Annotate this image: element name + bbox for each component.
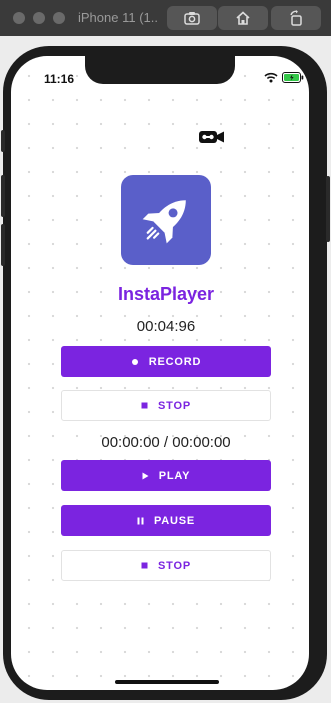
- minimize-window-button[interactable]: [33, 12, 45, 24]
- stop-playback-button[interactable]: STOP: [61, 550, 271, 581]
- play-button-label: PLAY: [158, 469, 191, 482]
- playback-timer: 00:00:00 / 00:00:00: [101, 434, 231, 451]
- home-icon: [236, 11, 250, 25]
- pause-icon: [137, 517, 144, 525]
- window-title: iPhone 11 (1...: [78, 10, 158, 25]
- battery-icon: [282, 72, 304, 83]
- record-button[interactable]: RECORD: [61, 346, 271, 377]
- record-timer: 00:04:96: [136, 318, 196, 335]
- stop-square-icon: [141, 562, 148, 569]
- video-camera-icon[interactable]: [199, 130, 225, 144]
- record-button-label: RECORD: [148, 355, 202, 368]
- phone-screen: 11:16 InstaPlayer 00:04:96 RECORD STOP 0…: [11, 56, 309, 690]
- stop-playback-label: STOP: [158, 559, 191, 572]
- screenshot-icon: [184, 12, 200, 25]
- volume-down-button[interactable]: [1, 224, 5, 266]
- record-dot-icon: [131, 358, 139, 366]
- mute-switch[interactable]: [1, 130, 5, 152]
- pause-button-label: PAUSE: [153, 514, 196, 527]
- volume-up-button[interactable]: [1, 175, 5, 217]
- app-logo: [121, 175, 211, 265]
- home-button[interactable]: [218, 6, 268, 30]
- stop-recording-label: STOP: [158, 399, 191, 412]
- rotate-icon: [290, 10, 302, 26]
- power-button[interactable]: [326, 176, 330, 242]
- app-title: InstaPlayer: [117, 284, 215, 304]
- play-button[interactable]: PLAY: [61, 460, 271, 491]
- zoom-window-button[interactable]: [53, 12, 65, 24]
- status-time: 11:16: [44, 72, 75, 86]
- notch: [85, 56, 235, 84]
- close-window-button[interactable]: [13, 12, 25, 24]
- simulator-titlebar: iPhone 11 (1...: [0, 0, 331, 36]
- status-icons: [264, 72, 304, 83]
- stop-recording-button[interactable]: STOP: [61, 390, 271, 421]
- stop-square-icon: [141, 402, 148, 409]
- rotate-button[interactable]: [271, 6, 321, 30]
- wifi-icon: [264, 72, 278, 83]
- home-indicator[interactable]: [115, 680, 219, 684]
- pause-button[interactable]: PAUSE: [61, 505, 271, 536]
- screenshot-button[interactable]: [167, 6, 217, 30]
- play-icon: [142, 472, 149, 480]
- rocket-icon: [142, 200, 186, 244]
